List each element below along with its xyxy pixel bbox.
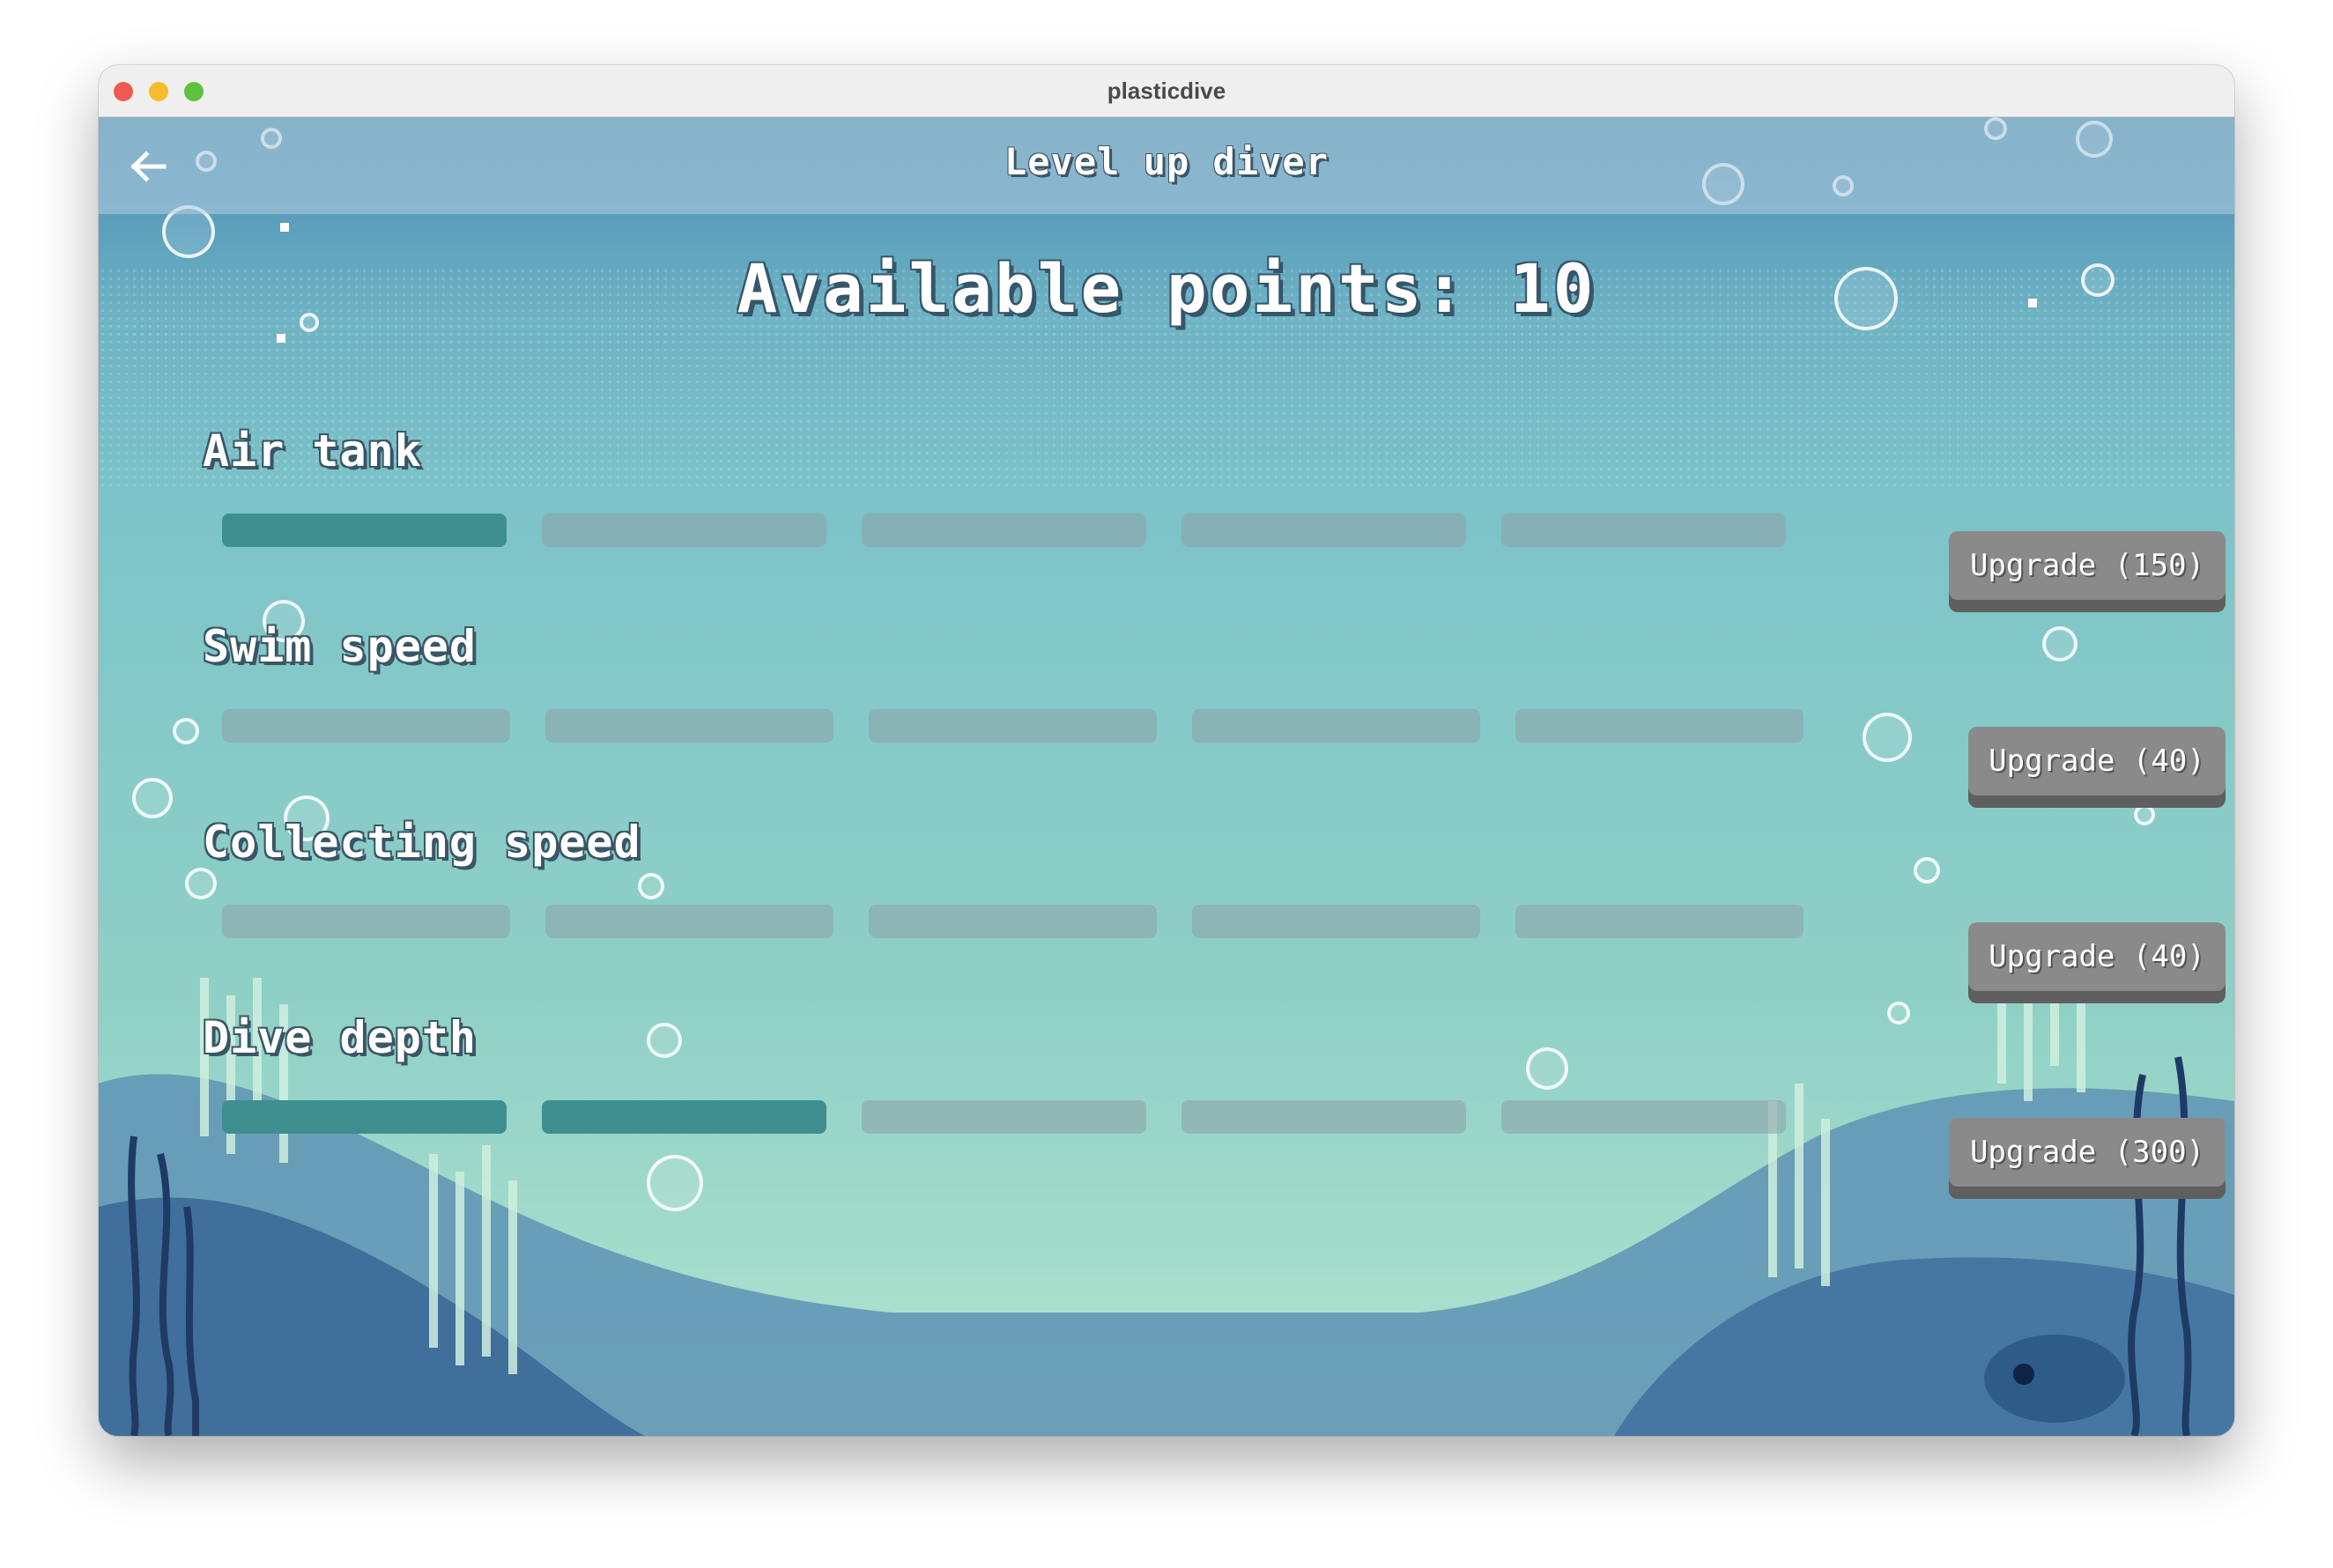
level-segment-empty: [1515, 709, 1803, 743]
level-segment-empty: [1501, 514, 1786, 547]
level-segment-empty: [1501, 1100, 1786, 1134]
bubble-decoration: [173, 718, 199, 744]
upgrade-name: Swim speed: [203, 621, 478, 672]
upgrade-air-tank-button[interactable]: Upgrade (150): [1949, 531, 2226, 600]
upgrade-name: Air tank: [203, 425, 422, 477]
upgrade-name: Collecting speed: [203, 817, 641, 868]
app-window: plasticdive Level up diver Available poi…: [99, 65, 2234, 1436]
game-canvas: Level up diver Available points: 10 Air …: [99, 117, 2234, 1436]
page-title: Level up diver: [1004, 140, 1329, 183]
level-segment-empty: [869, 709, 1157, 743]
upgrade-row-dive-depth: Dive depth Upgrade (300): [203, 1012, 2229, 1188]
level-segment-empty: [862, 514, 1146, 547]
level-segment-empty: [862, 1100, 1146, 1134]
level-bar: [222, 905, 1839, 938]
level-segment-empty: [1181, 1100, 1466, 1134]
level-segment-empty: [1192, 709, 1480, 743]
level-segment-empty: [1515, 905, 1803, 938]
upgrade-row-air-tank: Air tank Upgrade (150): [203, 425, 2229, 602]
available-points-label: Available points: 10: [737, 249, 1596, 328]
level-bar: [222, 1100, 1821, 1134]
level-segment-empty: [1181, 514, 1466, 547]
level-segment-empty: [1192, 905, 1480, 938]
upgrade-row-collecting-speed: Collecting speed Upgrade (40): [203, 817, 2229, 993]
level-bar: [222, 514, 1821, 547]
level-segment-filled: [542, 1100, 826, 1134]
level-segment-empty: [869, 905, 1157, 938]
upgrade-name: Dive depth: [203, 1012, 478, 1063]
level-segment-empty: [542, 514, 826, 547]
particle-decoration: [277, 334, 285, 343]
upgrade-swim-speed-button[interactable]: Upgrade (40): [1968, 727, 2226, 795]
level-bar: [222, 709, 1839, 743]
upgrade-collecting-speed-button[interactable]: Upgrade (40): [1968, 922, 2226, 991]
level-segment-empty: [545, 709, 833, 743]
level-segment-filled: [222, 1100, 507, 1134]
particle-decoration: [280, 223, 289, 232]
window-titlebar: plasticdive: [99, 65, 2234, 117]
level-segment-empty: [222, 905, 510, 938]
level-segment-empty: [222, 709, 510, 743]
bubble-decoration: [132, 778, 173, 818]
level-segment-filled: [222, 514, 507, 547]
upgrade-row-swim-speed: Swim speed Upgrade (40): [203, 621, 2229, 797]
window-title: plasticdive: [1107, 78, 1226, 104]
header-bar: Level up diver: [99, 117, 2234, 214]
level-segment-empty: [545, 905, 833, 938]
upgrade-dive-depth-button[interactable]: Upgrade (300): [1949, 1118, 2226, 1187]
